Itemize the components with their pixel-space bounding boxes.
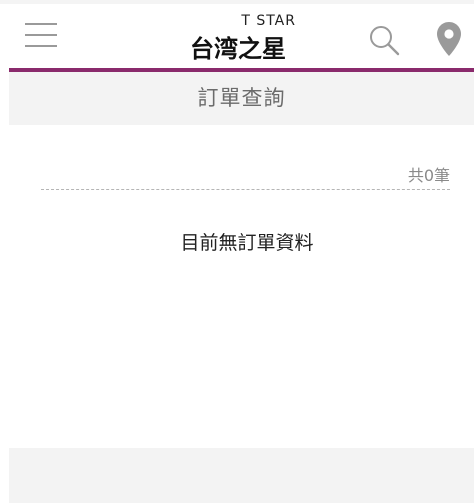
map-pin-icon	[437, 22, 461, 56]
store-locator-button[interactable]	[436, 21, 462, 57]
site-header: T STAR 台湾之星	[0, 4, 474, 68]
hamburger-line	[25, 34, 57, 36]
order-count: 共0筆	[407, 166, 450, 185]
search-button[interactable]	[368, 24, 400, 56]
tstar-logo[interactable]: T STAR 台湾之星	[186, 13, 302, 65]
logo-english-text: T STAR	[241, 13, 296, 29]
dashed-divider	[41, 189, 450, 190]
hamburger-line	[25, 45, 57, 47]
hamburger-menu-icon	[25, 23, 57, 25]
page-title: 訂單查詢	[197, 86, 286, 110]
search-icon	[370, 26, 400, 56]
footer-bar	[9, 448, 474, 503]
hamburger-menu-button[interactable]	[22, 23, 60, 55]
logo-chinese-text: 台湾之星	[190, 35, 286, 63]
empty-orders-message: 目前無訂單資料	[180, 232, 314, 254]
page-title-bar: 訂單查詢	[9, 72, 474, 125]
